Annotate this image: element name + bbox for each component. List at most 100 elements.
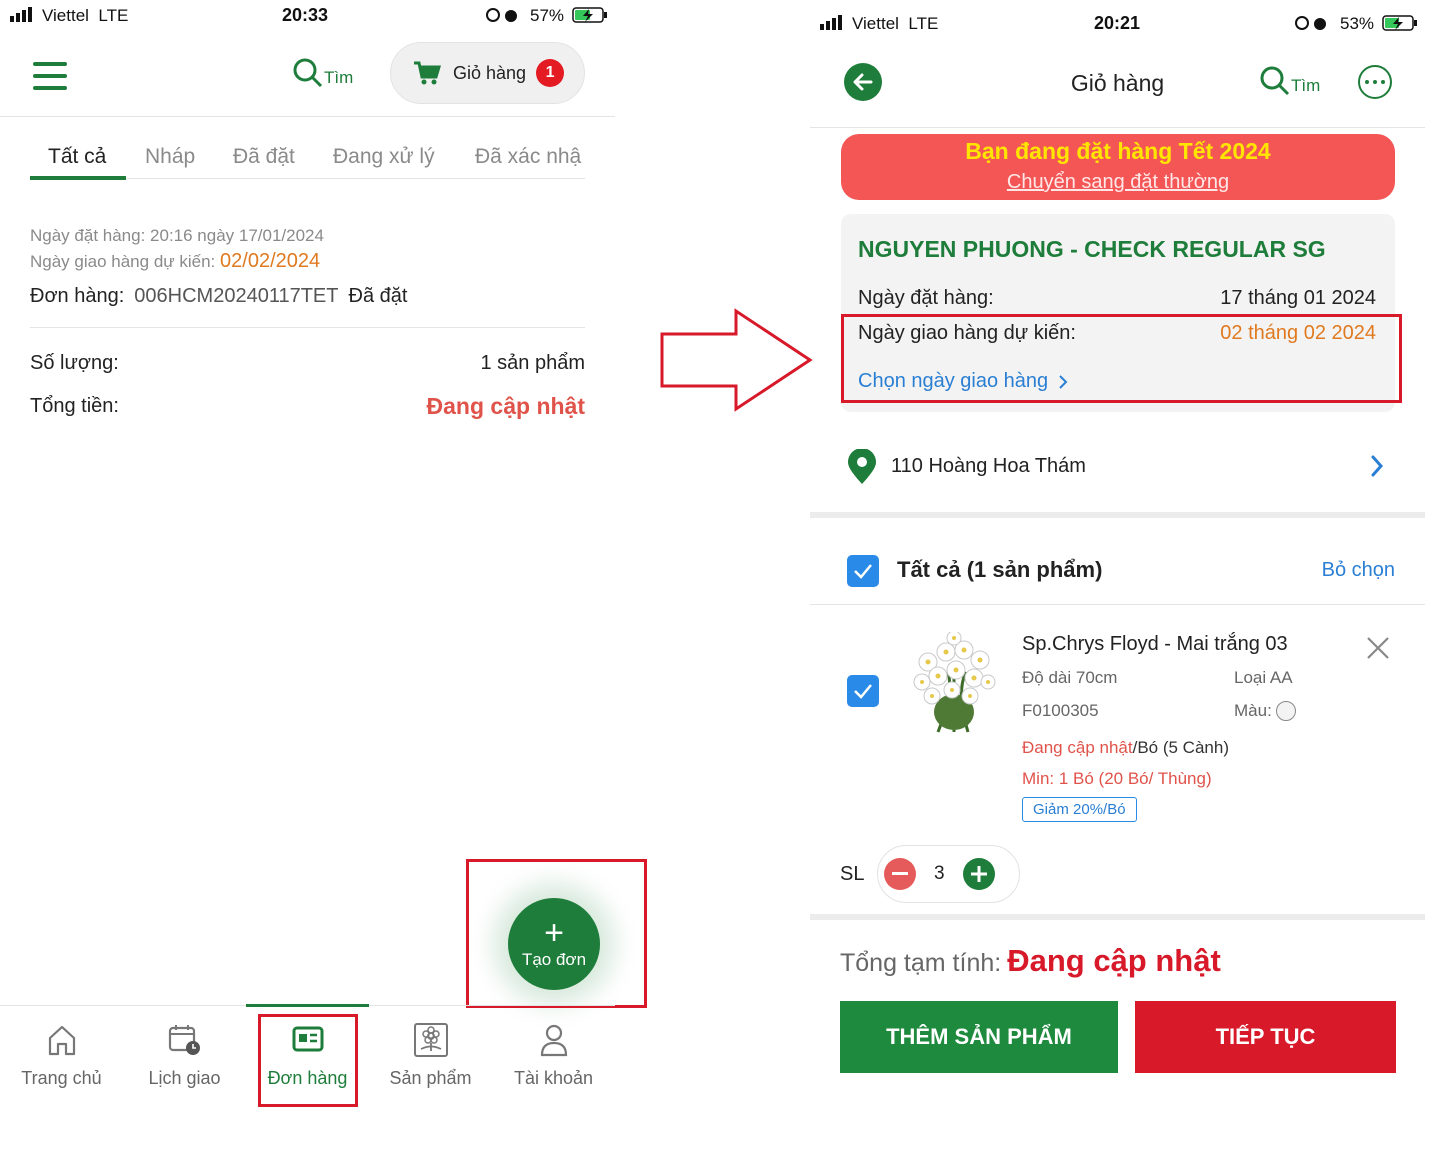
battery-icon: [572, 6, 608, 29]
tab-processing[interactable]: Đang xử lý: [333, 145, 435, 169]
delivery-address[interactable]: 110 Hoàng Hoa Thám: [891, 455, 1086, 478]
signal-icon: [10, 6, 36, 27]
search-button[interactable]: Tìm: [1260, 66, 1320, 96]
home-icon: [0, 1020, 123, 1060]
qty-value: 1 sản phẩm: [480, 352, 585, 374]
tab-all[interactable]: Tất cả: [48, 145, 106, 169]
estimated-total: Tổng tạm tính: Đang cập nhật: [840, 943, 1221, 979]
more-options-button[interactable]: [1358, 65, 1392, 99]
plus-icon: [970, 866, 987, 882]
chevron-right-icon[interactable]: [1370, 454, 1384, 483]
location-pin-icon: [846, 448, 878, 490]
highlight-delivery-date: [841, 314, 1402, 403]
alarm-icon: [485, 6, 525, 29]
total-label: Tổng tiền:: [30, 395, 119, 417]
select-all-label: Tất cả (1 sản phẩm): [897, 557, 1103, 582]
battery-percent: 57%: [530, 6, 565, 25]
deselect-button[interactable]: Bỏ chọn: [1270, 559, 1395, 582]
total-value: Đang cập nhật: [426, 393, 585, 419]
battery-percent: 53%: [1340, 14, 1375, 33]
order-label: Đơn hàng:: [30, 285, 125, 307]
signal-icon: [820, 14, 846, 35]
nav-home[interactable]: Trang chủ: [0, 1020, 123, 1089]
select-all-checkbox[interactable]: [847, 555, 879, 587]
tet-order-banner: Bạn đang đặt hàng Tết 2024 Chuyển sang đ…: [841, 134, 1395, 200]
product-code: F0100305: [1022, 701, 1099, 720]
check-icon: [854, 564, 872, 579]
delivery-date: 02/02/2024: [220, 250, 321, 272]
nav-home-label: Trang chủ: [21, 1068, 102, 1088]
user-icon: [492, 1020, 615, 1060]
page-title: Giỏ hàng: [1070, 70, 1165, 96]
product-name[interactable]: Sp.Chrys Floyd - Mai trắng 03: [1022, 633, 1288, 656]
header-divider: [810, 127, 1425, 128]
order-code: 006HCM20240117TET: [134, 285, 339, 307]
check-icon: [854, 684, 872, 699]
search-icon: [1260, 66, 1290, 96]
section-separator: [810, 512, 1425, 518]
remove-item-icon[interactable]: [1366, 636, 1390, 665]
order-line[interactable]: Đơn hàng: 006HCM20240117TET Đã đặt: [30, 285, 407, 308]
product-grade: Loại AA: [1234, 668, 1293, 687]
right-screen: Viettel LTE 20:21 53% Giỏ hàng Tìm Bạn đ…: [810, 0, 1431, 1152]
tet-banner-title: Bạn đang đặt hàng Tết 2024: [965, 138, 1271, 164]
flower-icon: [369, 1020, 492, 1060]
cart-label: Giỏ hàng: [453, 62, 527, 83]
nav-account-label: Tài khoản: [513, 1068, 594, 1088]
search-icon: [293, 58, 323, 88]
battery-icon: [1382, 14, 1418, 37]
nav-products-label: Sản phẩm: [389, 1068, 472, 1088]
estimated-total-value: Đang cập nhật: [1007, 943, 1221, 978]
nav-active-indicator: [246, 1004, 369, 1007]
alarm-icon: [1294, 14, 1334, 37]
tab-ordered[interactable]: Đã đặt: [233, 145, 295, 169]
search-label: Tìm: [324, 68, 354, 87]
order-date-value: 17 tháng 01 2024: [1220, 287, 1376, 309]
clock: 20:33: [282, 5, 329, 25]
product-price-status: Đang cập nhật: [1022, 738, 1133, 757]
footer-separator: [810, 914, 1425, 920]
estimated-total-label: Tổng tạm tính:: [840, 949, 1002, 977]
decrease-qty-button[interactable]: [884, 858, 916, 890]
clock: 20:21: [1094, 13, 1141, 33]
order-date-line: Ngày đặt hàng: 20:16 ngày 17/01/2024: [30, 226, 324, 245]
highlight-orders-tab: [258, 1014, 358, 1107]
order-divider: [30, 327, 585, 328]
product-color: Màu:: [1234, 701, 1296, 721]
carrier-label: Viettel LTE: [852, 14, 939, 33]
order-status: Đã đặt: [348, 285, 408, 307]
cart-icon: [414, 61, 441, 85]
product-price-line: Đang cập nhật/Bó (5 Cành): [1022, 738, 1229, 758]
product-checkbox[interactable]: [847, 675, 879, 707]
search-label: Tìm: [1291, 76, 1321, 95]
calendar-clock-icon: [123, 1020, 246, 1060]
add-product-button[interactable]: THÊM SẢN PHẨM: [840, 1001, 1118, 1073]
product-length: Độ dài 70cm: [1022, 668, 1118, 687]
product-unit: /Bó (5 Cành): [1132, 738, 1229, 757]
customer-name: NGUYEN PHUONG - CHECK REGULAR SG: [858, 236, 1326, 262]
nav-account[interactable]: Tài khoản: [492, 1020, 615, 1089]
continue-button[interactable]: TIẾP TỤC: [1135, 1001, 1396, 1073]
switch-regular-link[interactable]: Chuyển sang đặt thường: [841, 171, 1395, 194]
highlight-create-order: [466, 859, 647, 1008]
product-min-order: Min: 1 Bó (20 Bó/ Thùng): [1022, 769, 1212, 788]
increase-qty-button[interactable]: [962, 858, 995, 890]
color-swatch: [1275, 701, 1296, 721]
quantity-stepper: 3: [877, 845, 1020, 903]
cart-button[interactable]: Giỏ hàng 1: [390, 42, 585, 104]
order-date-label: Ngày đặt hàng:: [858, 287, 994, 309]
list-divider: [810, 604, 1425, 605]
header-divider: [0, 116, 615, 117]
qty-label: Số lượng:: [30, 352, 119, 374]
cart-count-badge: 1: [536, 59, 565, 87]
tab-draft[interactable]: Nháp: [145, 145, 195, 169]
nav-schedule[interactable]: Lịch giao: [123, 1020, 246, 1089]
nav-products[interactable]: Sản phẩm: [369, 1020, 492, 1089]
menu-button[interactable]: [33, 62, 67, 98]
discount-badge: Giảm 20%/Bó: [1022, 797, 1137, 822]
search-button[interactable]: Tìm: [293, 58, 353, 88]
left-screen: Viettel LTE 20:33 57% Tìm Giỏ hàng 1 Tất…: [0, 0, 647, 1152]
qty-value[interactable]: 3: [934, 863, 945, 885]
tab-confirmed[interactable]: Đã xác nhậ: [475, 145, 585, 169]
delivery-date-line: Ngày giao hàng dự kiến: 02/02/2024: [30, 250, 321, 272]
